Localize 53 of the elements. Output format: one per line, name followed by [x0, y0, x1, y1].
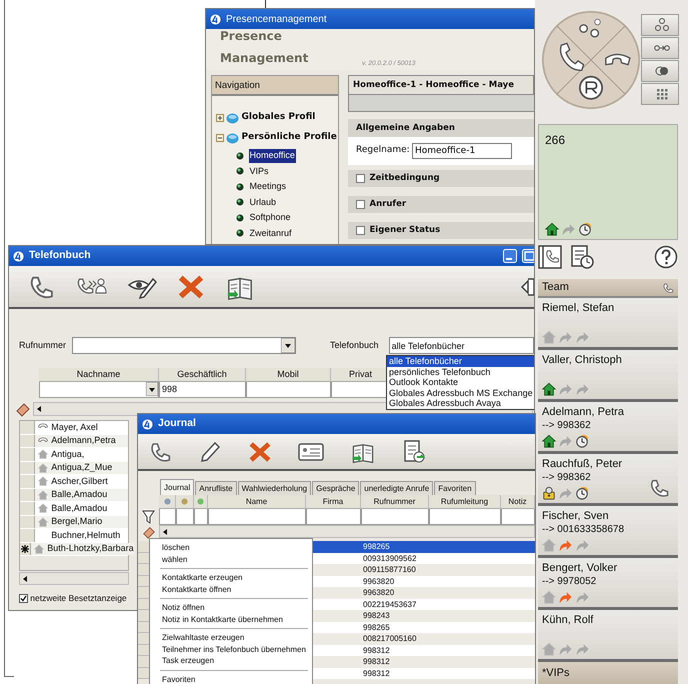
- group-title: Team: [542, 280, 569, 296]
- number-cell-text: 9963820: [362, 576, 394, 587]
- forward-target: --> 998362: [542, 471, 592, 485]
- header-label: Geschäftlich: [177, 368, 227, 381]
- number-cell-text: 9963820: [362, 587, 394, 598]
- contact-name: Adelmann, Petra: [542, 405, 625, 419]
- panel-header: Navigation: [212, 76, 338, 96]
- forward-target: --> 998362: [542, 419, 592, 433]
- number-cell-text: 009115877160: [362, 564, 416, 576]
- rule-title: Homeoffice-1 - Homeoffice - Maye: [348, 75, 534, 94]
- number-cell-text: 998312: [362, 668, 390, 679]
- window-title: Presencemanagement: [226, 12, 327, 26]
- contact-name: Bengert, Volker: [542, 561, 618, 575]
- list-text: Buchner,Helmuth: [51, 528, 120, 542]
- contact-name: Valler, Christoph: [542, 353, 623, 367]
- checkbox-label: Anrufer: [370, 198, 406, 211]
- list-text: Antigua,Z_Mue: [51, 461, 112, 474]
- list-text: Balle,Amadou: [51, 488, 108, 501]
- list-text: Antigua,: [51, 448, 84, 461]
- display-number: 266: [545, 132, 566, 149]
- number-cell-text: 998312: [362, 656, 390, 668]
- checkbox-label: Eigener Status: [370, 224, 440, 237]
- header-label: Mobil: [277, 368, 299, 381]
- list-text: Bergel,Mario: [51, 515, 102, 528]
- number-cell-text: 998265: [362, 622, 390, 633]
- list-text: Ascher,Gilbert: [51, 474, 108, 488]
- field-label: Rufnummer: [19, 339, 66, 352]
- number-cell-text: 998312: [362, 644, 390, 656]
- field-label: Telefonbuch: [330, 339, 379, 352]
- list-text: Mayer, Axel: [51, 420, 98, 434]
- field-label: Regelname:: [356, 144, 410, 158]
- section-header: Allgemeine Angaben: [348, 119, 534, 137]
- list-text: Adelmann,Petra: [51, 434, 116, 447]
- number-cell-text: 998265: [362, 541, 390, 552]
- window-title: Journal: [158, 416, 196, 432]
- forward-target: --> 9978052: [542, 575, 598, 589]
- contact-name: Fischer, Sven: [542, 509, 610, 523]
- contact-name: Riemel, Stefan: [542, 301, 616, 315]
- number-cell-text: 009313909562: [362, 552, 416, 564]
- list-text: Buth-Lhotzky,Barbara: [47, 542, 134, 555]
- contact-name: Rauchfuß, Peter: [542, 457, 624, 471]
- number-cell-text: 008217005160: [362, 633, 416, 644]
- checkbox-label: netzweite Besetztanzeige: [30, 592, 127, 605]
- number-cell-text: 998243: [362, 610, 390, 622]
- header-label: Privat: [348, 368, 372, 381]
- window-title: Telefonbuch: [29, 248, 91, 264]
- checkbox-label: Zeitbedingung: [370, 172, 440, 185]
- header-label: Nachname: [76, 368, 120, 381]
- number-cell-text: 002219453637: [362, 598, 416, 610]
- list-text: Balle,Amadou: [51, 502, 108, 514]
- app-heading: Presence Management: [219, 28, 310, 67]
- contact-name: Kühn, Rolf: [542, 613, 594, 627]
- forward-target: --> 001633358678: [542, 523, 626, 537]
